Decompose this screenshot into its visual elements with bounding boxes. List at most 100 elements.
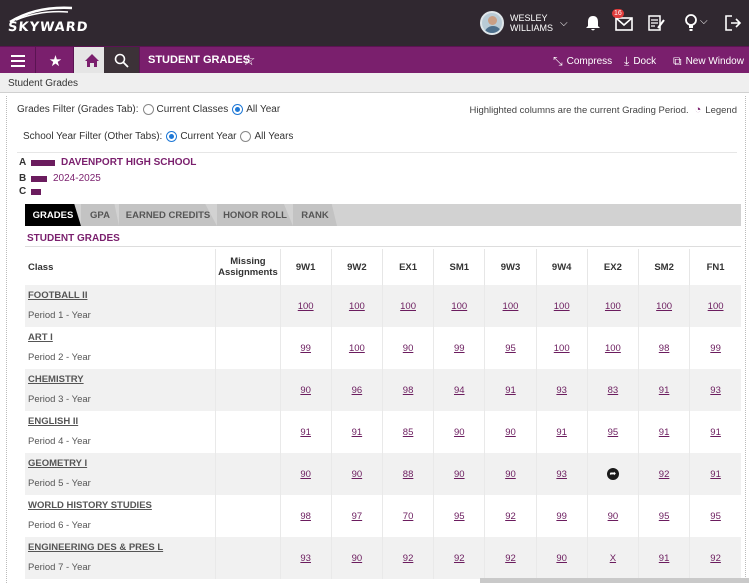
radio-all-years[interactable]	[240, 131, 252, 142]
grade-link[interactable]: 93	[300, 553, 311, 564]
grade-link[interactable]: 91	[659, 385, 670, 396]
grade-link[interactable]: 83	[608, 385, 619, 396]
grade-link[interactable]: 88	[403, 469, 414, 480]
compress-button[interactable]: ⤡ Compress	[553, 54, 612, 69]
grade-link[interactable]: X	[610, 553, 616, 564]
menu-icon[interactable]	[0, 47, 36, 74]
page-title: STUDENT GRADES	[148, 54, 251, 66]
grade-link[interactable]: 100	[605, 301, 621, 312]
edit-list-icon[interactable]	[645, 12, 667, 34]
grade-link[interactable]: 91	[659, 553, 670, 564]
dropped-grade-icon[interactable]: ➦	[606, 468, 619, 480]
grade-link[interactable]: 99	[710, 343, 721, 354]
grade-link[interactable]: 97	[352, 511, 363, 522]
class-name-link[interactable]: ENGLISH II	[28, 416, 215, 427]
grade-link[interactable]: 90	[608, 511, 619, 522]
new-window-button[interactable]: ⧉ New Window	[673, 54, 744, 69]
grade-link[interactable]: 100	[400, 301, 416, 312]
tab-honor-roll[interactable]: HONOR ROLL	[217, 204, 293, 226]
scrollbar[interactable]	[480, 578, 749, 583]
grade-link[interactable]: 95	[505, 343, 516, 354]
grade-link[interactable]: 90	[403, 343, 414, 354]
grade-link[interactable]: 95	[608, 427, 619, 438]
grade-link[interactable]: 95	[454, 511, 465, 522]
favorites-star-icon[interactable]: ★	[38, 47, 74, 74]
radio-current-classes[interactable]	[142, 104, 154, 115]
help-chevron-icon[interactable]: ⌵	[700, 16, 708, 27]
class-name-link[interactable]: ENGINEERING DES & PRES L	[28, 542, 215, 553]
table-row: FOOTBALL II Period 1 - Year 100 100 100 100 10…	[25, 285, 741, 327]
grade-link[interactable]: 91	[300, 427, 311, 438]
grade-link[interactable]: 93	[710, 385, 721, 396]
legend-link[interactable]: Legend	[705, 105, 737, 116]
section-title: STUDENT GRADES	[27, 233, 120, 244]
help-icon[interactable]	[680, 12, 702, 34]
grade-link[interactable]: 90	[454, 469, 465, 480]
grade-link[interactable]: 100	[708, 301, 724, 312]
tab-earned-credits[interactable]: EARNED CREDITS	[119, 204, 217, 226]
grade-link[interactable]: 99	[300, 343, 311, 354]
grade-link[interactable]: 99	[556, 511, 567, 522]
grade-link[interactable]: 91	[505, 385, 516, 396]
grade-link[interactable]: 92	[710, 553, 721, 564]
class-name-link[interactable]: GEOMETRY I	[28, 458, 215, 469]
grade-link[interactable]: 100	[554, 301, 570, 312]
tab-grades[interactable]: GRADES	[25, 204, 81, 226]
grade-link[interactable]: 100	[554, 343, 570, 354]
grade-link[interactable]: 91	[710, 469, 721, 480]
grade-link[interactable]: 98	[659, 343, 670, 354]
user-menu[interactable]: WESLEY WILLIAMS ⌵	[480, 10, 568, 36]
grade-link[interactable]: 92	[454, 553, 465, 564]
legend-icon[interactable]: ◔	[695, 104, 702, 116]
class-name-link[interactable]: CHEMISTRY	[28, 374, 215, 385]
grade-link[interactable]: 90	[300, 469, 311, 480]
class-name-link[interactable]: FOOTBALL II	[28, 290, 215, 301]
grade-link[interactable]: 92	[403, 553, 414, 564]
grade-link[interactable]: 90	[352, 469, 363, 480]
tab-rank[interactable]: RANK	[293, 204, 337, 226]
grade-link[interactable]: 100	[451, 301, 467, 312]
grade-link[interactable]: 96	[352, 385, 363, 396]
add-favorite-star-icon[interactable]: ☆	[242, 51, 255, 69]
grade-link[interactable]: 100	[349, 301, 365, 312]
grade-link[interactable]: 90	[505, 469, 516, 480]
grade-link[interactable]: 100	[605, 343, 621, 354]
grade-link[interactable]: 70	[403, 511, 414, 522]
grade-link[interactable]: 94	[454, 385, 465, 396]
grade-link[interactable]: 90	[454, 427, 465, 438]
grade-link[interactable]: 90	[352, 553, 363, 564]
grade-cell: 100	[381, 285, 434, 327]
grade-link[interactable]: 100	[349, 343, 365, 354]
dock-button[interactable]: ⤓ Dock	[624, 54, 656, 69]
bell-icon[interactable]	[582, 12, 604, 34]
grade-link[interactable]: 90	[505, 427, 516, 438]
grade-link[interactable]: 92	[505, 511, 516, 522]
grade-link[interactable]: 100	[298, 301, 314, 312]
grade-link[interactable]: 93	[556, 385, 567, 396]
grade-link[interactable]: 91	[556, 427, 567, 438]
grade-link[interactable]: 93	[556, 469, 567, 480]
grade-link[interactable]: 99	[454, 343, 465, 354]
radio-all-year[interactable]	[232, 104, 244, 115]
search-icon[interactable]	[104, 47, 140, 74]
grade-link[interactable]: 90	[556, 553, 567, 564]
class-name-link[interactable]: ART I	[28, 332, 215, 343]
grade-link[interactable]: 95	[659, 511, 670, 522]
grade-link[interactable]: 100	[656, 301, 672, 312]
grade-link[interactable]: 95	[710, 511, 721, 522]
grade-link[interactable]: 100	[503, 301, 519, 312]
grade-link[interactable]: 91	[352, 427, 363, 438]
grade-link[interactable]: 91	[659, 427, 670, 438]
grade-link[interactable]: 90	[300, 385, 311, 396]
grade-link[interactable]: 92	[505, 553, 516, 564]
radio-current-year[interactable]	[166, 131, 178, 142]
column-header-period: SM1	[433, 249, 485, 285]
grade-link[interactable]: 85	[403, 427, 414, 438]
class-name-link[interactable]: WORLD HISTORY STUDIES	[28, 500, 215, 511]
sign-out-icon[interactable]	[722, 12, 744, 34]
tab-gpa[interactable]: GPA	[81, 204, 119, 226]
grade-link[interactable]: 98	[300, 511, 311, 522]
grade-link[interactable]: 92	[659, 469, 670, 480]
grade-link[interactable]: 98	[403, 385, 414, 396]
grade-link[interactable]: 91	[710, 427, 721, 438]
